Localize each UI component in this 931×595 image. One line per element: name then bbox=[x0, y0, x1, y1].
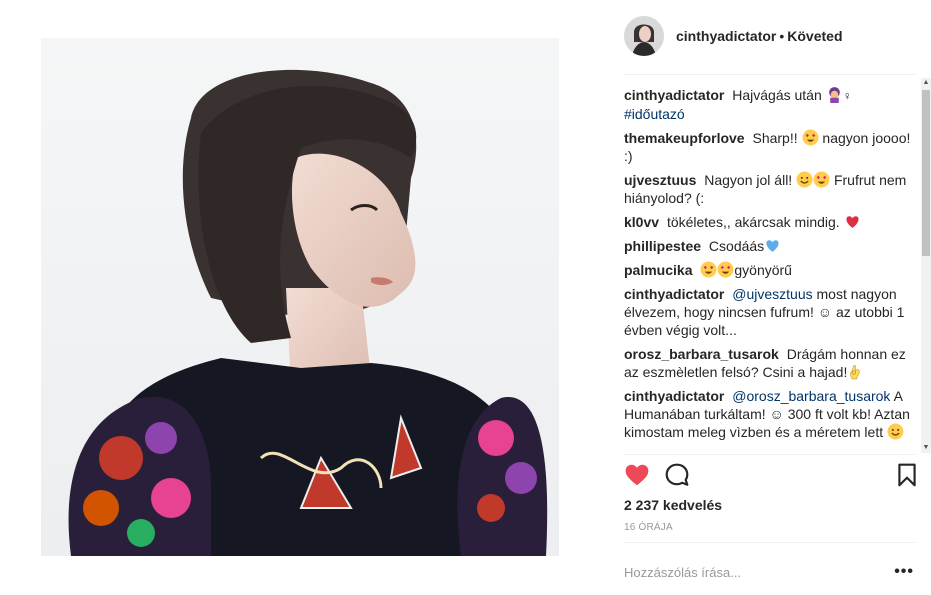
more-options-icon[interactable]: ••• bbox=[894, 564, 914, 580]
heart-eyes-emoji bbox=[813, 171, 830, 188]
avatar[interactable] bbox=[624, 16, 664, 56]
woman-haircut-emoji bbox=[828, 87, 840, 103]
heart-eyes-emoji bbox=[700, 261, 717, 278]
comment-username[interactable]: palmucika bbox=[624, 262, 692, 278]
comment-item: cinthyadictator @ujvesztuus most nagyon … bbox=[624, 285, 918, 339]
bookmark-icon[interactable] bbox=[894, 462, 920, 488]
post-sidebar: cinthyadictator • Követed cinthyadictator … bbox=[608, 0, 931, 595]
heart-filled-icon[interactable] bbox=[624, 462, 650, 488]
scroll-thumb[interactable] bbox=[922, 90, 930, 256]
comment-item: phillipestee Csodáás bbox=[624, 237, 918, 255]
action-bar bbox=[624, 462, 916, 490]
post-owner-username[interactable]: cinthyadictator bbox=[676, 28, 776, 44]
comment-text: tökéletes,, akárcsak mindig. bbox=[666, 214, 840, 230]
comment-username[interactable]: cinthyadictator bbox=[624, 286, 724, 302]
comment-item: cinthyadictator @orosz_barbara_tusarok A… bbox=[624, 387, 918, 441]
likes-count[interactable]: 2 237 kedvelés bbox=[624, 497, 722, 513]
comment-list[interactable]: cinthyadictator Hajvágás után ♀ #időutaz… bbox=[624, 86, 918, 454]
red-heart-emoji bbox=[846, 216, 859, 228]
comment-username[interactable]: ujvesztuus bbox=[624, 172, 696, 188]
comments-scrollbar[interactable]: ▲ ▼ bbox=[921, 78, 931, 453]
female-sign-icon: ♀ bbox=[842, 89, 852, 103]
comment-item: kl0vv tökéletes,, akárcsak mindig. bbox=[624, 213, 918, 231]
comment-username[interactable]: cinthyadictator bbox=[624, 388, 724, 404]
scroll-down-arrow-icon[interactable]: ▼ bbox=[921, 443, 931, 453]
separator-dot: • bbox=[779, 28, 785, 44]
comment-username[interactable]: kl0vv bbox=[624, 214, 659, 230]
comment-username[interactable]: cinthyadictator bbox=[624, 87, 724, 103]
comment-item: orosz_barbara_tusarok Drágám honnan ez a… bbox=[624, 345, 918, 381]
ok-hand-emoji bbox=[850, 365, 861, 380]
comment-text: Nagyon jol áll! bbox=[704, 172, 793, 188]
post-photo[interactable] bbox=[41, 38, 559, 556]
comment-item: cinthyadictator Hajvágás után ♀ #időutaz… bbox=[624, 86, 918, 123]
comment-text: gyönyörű bbox=[734, 262, 792, 278]
smile-emoji bbox=[887, 423, 904, 440]
comment-username[interactable]: themakeupforlove bbox=[624, 130, 745, 146]
scroll-up-arrow-icon[interactable]: ▲ bbox=[921, 78, 931, 88]
post-photo-image bbox=[41, 38, 559, 556]
mention-link[interactable]: @ujvesztuus bbox=[732, 286, 812, 302]
comment-text: Sharp!! bbox=[752, 130, 798, 146]
avatar-image bbox=[624, 16, 664, 56]
comment-item: palmucika gyönyörű bbox=[624, 261, 918, 279]
divider bbox=[624, 74, 915, 75]
post-header-text: cinthyadictator • Követed bbox=[676, 28, 843, 44]
comment-text: Csodáás bbox=[708, 238, 765, 254]
smile-emoji bbox=[796, 171, 813, 188]
add-comment-box: ••• bbox=[624, 560, 914, 584]
blue-heart-emoji bbox=[766, 240, 779, 252]
heart-eyes-emoji bbox=[802, 129, 818, 146]
hashtag-link[interactable]: #időutazó bbox=[624, 106, 685, 122]
divider bbox=[624, 542, 915, 543]
comment-item: themakeupforlove Sharp!! nagyon joooo! :… bbox=[624, 129, 918, 165]
post-header: cinthyadictator • Követed bbox=[624, 16, 924, 56]
divider bbox=[624, 454, 915, 455]
comment-username[interactable]: orosz_barbara_tusarok bbox=[624, 346, 779, 362]
comment-bubble-icon[interactable] bbox=[664, 462, 690, 488]
comment-username[interactable]: phillipestee bbox=[624, 238, 701, 254]
mention-link[interactable]: @orosz_barbara_tusarok bbox=[732, 388, 890, 404]
comment-text: Hajvágás után bbox=[732, 87, 822, 103]
post-timestamp[interactable]: 16 ÓRÁJA bbox=[624, 522, 673, 533]
comment-input[interactable] bbox=[624, 564, 895, 580]
heart-eyes-emoji bbox=[717, 261, 734, 278]
comment-item: ujvesztuus Nagyon jol áll! Frufrut nem h… bbox=[624, 171, 918, 207]
follow-status[interactable]: Követed bbox=[787, 28, 842, 44]
